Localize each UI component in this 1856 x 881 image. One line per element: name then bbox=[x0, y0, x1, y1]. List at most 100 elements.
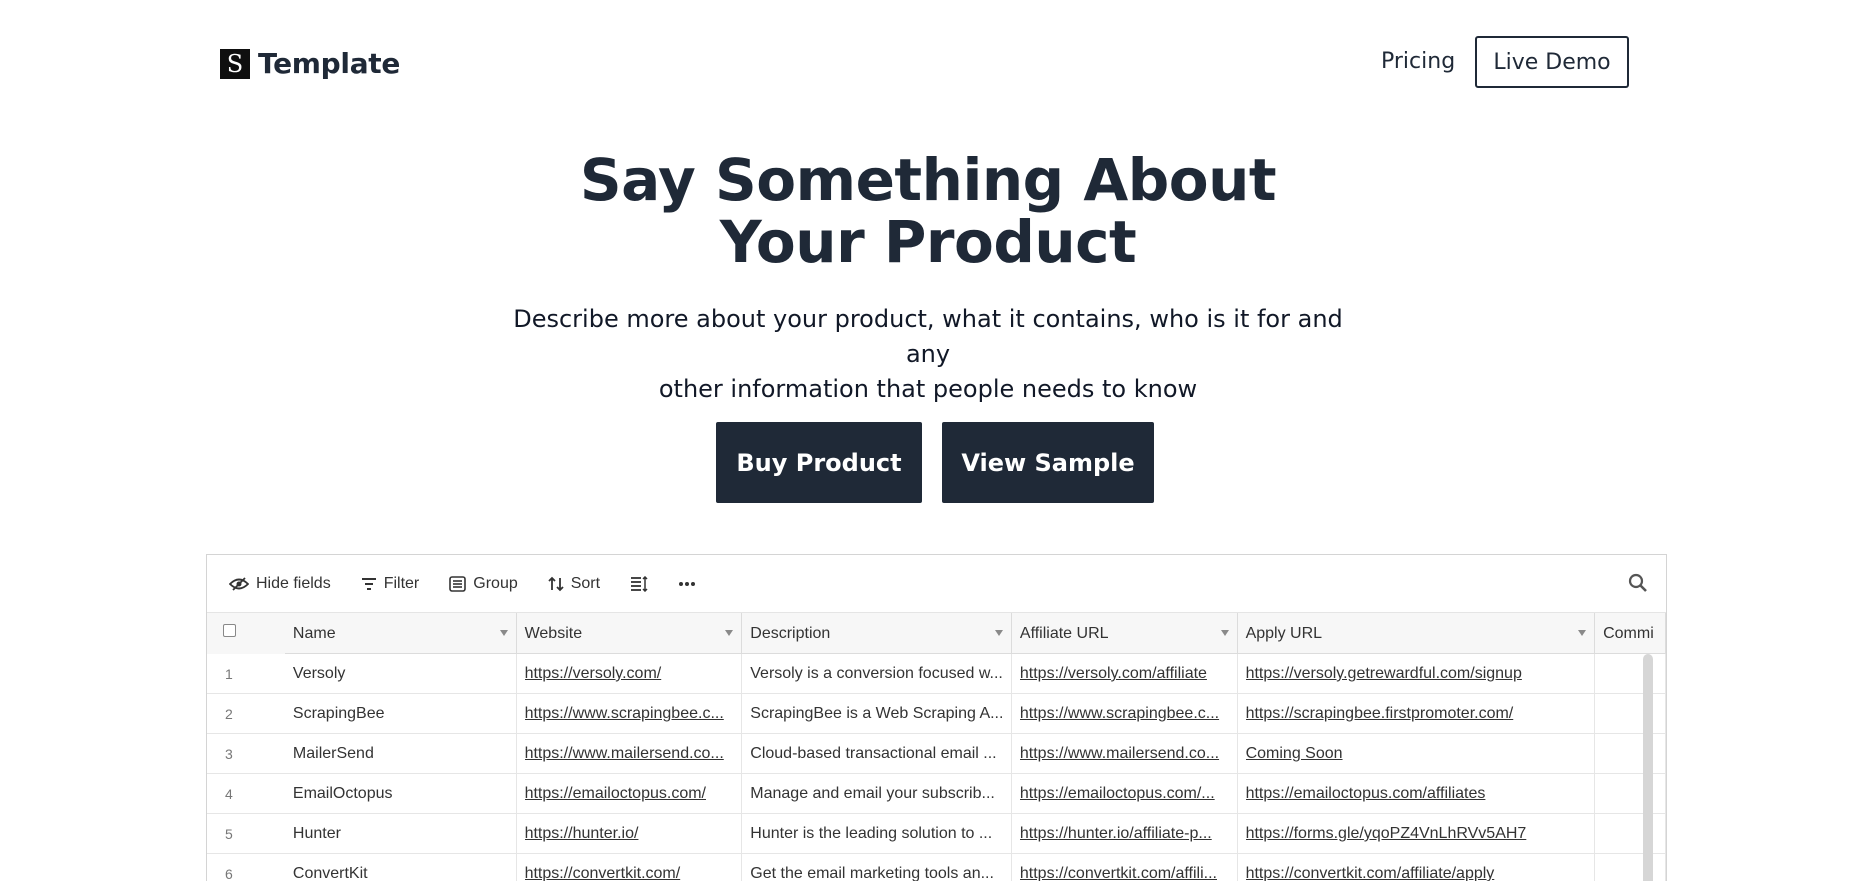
cell-apply-url[interactable]: https://versoly.getrewardful.com/signup bbox=[1238, 654, 1596, 694]
live-demo-button[interactable]: Live Demo bbox=[1475, 36, 1629, 88]
cell-description[interactable]: ScrapingBee is a Web Scraping A... bbox=[742, 694, 1012, 734]
cell-name[interactable]: Versoly bbox=[285, 654, 517, 694]
cell-website[interactable]: https://emailoctopus.com/ bbox=[517, 774, 743, 814]
cell-affiliate-url[interactable]: https://www.mailersend.co... bbox=[1012, 734, 1238, 774]
column-header-website[interactable]: Website bbox=[517, 613, 743, 654]
cell-commission[interactable] bbox=[1595, 734, 1666, 774]
eye-slash-icon bbox=[229, 576, 249, 591]
cell-description[interactable]: Hunter is the leading solution to ... bbox=[742, 814, 1012, 854]
filter-button[interactable]: Filter bbox=[361, 574, 420, 593]
cell-link[interactable]: https://emailoctopus.com/... bbox=[1020, 785, 1221, 803]
group-label: Group bbox=[473, 574, 518, 592]
cell-website[interactable]: https://versoly.com/ bbox=[517, 654, 743, 694]
row-number: 1 bbox=[225, 666, 233, 682]
cell-text: ScrapingBee bbox=[292, 705, 385, 722]
cell-commission[interactable] bbox=[1595, 654, 1666, 694]
row-height-button[interactable] bbox=[630, 575, 648, 592]
cell-name[interactable]: MailerSend bbox=[285, 734, 517, 774]
chevron-down-icon[interactable] bbox=[499, 630, 508, 636]
cell-website[interactable]: https://convertkit.com/ bbox=[517, 854, 743, 881]
view-sample-button[interactable]: View Sample bbox=[942, 422, 1154, 503]
cell-link[interactable]: https://hunter.io/affiliate-p... bbox=[1020, 825, 1218, 843]
chevron-down-icon[interactable] bbox=[994, 630, 1003, 636]
cell-description[interactable]: Manage and email your subscrib... bbox=[742, 774, 1012, 814]
cell-text: ConvertKit bbox=[292, 865, 368, 881]
pricing-link[interactable]: Pricing bbox=[1381, 49, 1455, 74]
cell-apply-url[interactable]: https://scrapingbee.firstpromoter.com/ bbox=[1238, 694, 1596, 734]
search-icon bbox=[1628, 573, 1648, 597]
cell-apply-url[interactable]: https://forms.gle/yqoPZ4VnLhRVv5AH7 bbox=[1238, 814, 1596, 854]
cell-website[interactable]: https://www.scrapingbee.c... bbox=[517, 694, 743, 734]
chevron-down-icon[interactable] bbox=[725, 630, 734, 636]
select-all-checkbox[interactable] bbox=[223, 624, 236, 637]
table-row[interactable]: 3 MailerSend https://www.mailersend.co..… bbox=[207, 734, 1666, 774]
cell-affiliate-url[interactable]: https://convertkit.com/affili... bbox=[1012, 854, 1238, 881]
table-row[interactable]: 4 EmailOctopus https://emailoctopus.com/… bbox=[207, 774, 1666, 814]
column-header-name[interactable]: Name bbox=[285, 613, 517, 654]
cell-link[interactable]: https://forms.gle/yqoPZ4VnLhRVv5AH7 bbox=[1246, 825, 1533, 843]
buy-product-button[interactable]: Buy Product bbox=[716, 422, 922, 503]
cell-link[interactable]: https://versoly.com/affiliate bbox=[1020, 665, 1213, 683]
group-icon bbox=[449, 575, 467, 592]
cell-commission[interactable] bbox=[1595, 774, 1666, 814]
logo[interactable]: S Template bbox=[220, 47, 400, 80]
hero-title: Say Something About Your Product bbox=[0, 149, 1856, 273]
cell-description[interactable]: Versoly is a conversion focused w... bbox=[742, 654, 1012, 694]
cell-affiliate-url[interactable]: https://versoly.com/affiliate bbox=[1012, 654, 1238, 694]
cell-link[interactable]: https://emailoctopus.com/affiliates bbox=[1246, 785, 1492, 803]
column-header-commission[interactable]: Commi bbox=[1595, 613, 1666, 654]
group-button[interactable]: Group bbox=[449, 574, 518, 593]
sort-button[interactable]: Sort bbox=[548, 575, 600, 593]
cell-description[interactable]: Get the email marketing tools an... bbox=[742, 854, 1012, 881]
cell-link[interactable]: https://scrapingbee.firstpromoter.com/ bbox=[1246, 705, 1520, 723]
table-row[interactable]: 5 Hunter https://hunter.io/ Hunter is th… bbox=[207, 814, 1666, 854]
cell-link[interactable]: Coming Soon bbox=[1246, 745, 1349, 763]
cell-commission[interactable] bbox=[1595, 854, 1666, 881]
cell-link[interactable]: https://versoly.com/ bbox=[525, 665, 668, 683]
filter-label: Filter bbox=[383, 574, 420, 592]
cell-name[interactable]: ConvertKit bbox=[285, 854, 517, 881]
cell-commission[interactable] bbox=[1595, 694, 1666, 734]
cell-link[interactable]: https://hunter.io/ bbox=[525, 825, 645, 843]
table-row[interactable]: 2 ScrapingBee https://www.scrapingbee.c.… bbox=[207, 694, 1666, 734]
row-number: 6 bbox=[225, 866, 233, 881]
cell-link[interactable]: https://www.scrapingbee.c... bbox=[525, 705, 730, 723]
column-header-affiliate-url[interactable]: Affiliate URL bbox=[1012, 613, 1238, 654]
cell-apply-url[interactable]: https://emailoctopus.com/affiliates bbox=[1238, 774, 1596, 814]
search-button[interactable] bbox=[1628, 573, 1648, 598]
table-row[interactable]: 6 ConvertKit https://convertkit.com/ Get… bbox=[207, 854, 1666, 881]
cell-affiliate-url[interactable]: https://emailoctopus.com/... bbox=[1012, 774, 1238, 814]
cell-link[interactable]: https://www.mailersend.co... bbox=[1020, 745, 1225, 763]
select-all-checkbox-cell[interactable] bbox=[207, 613, 285, 654]
cell-website[interactable]: https://www.mailersend.co... bbox=[517, 734, 743, 774]
cell-apply-url[interactable]: Coming Soon bbox=[1238, 734, 1596, 774]
cell-link[interactable]: https://convertkit.com/ bbox=[525, 865, 687, 881]
column-header-description[interactable]: Description bbox=[742, 613, 1012, 654]
chevron-down-icon[interactable] bbox=[1578, 630, 1587, 636]
more-button[interactable] bbox=[678, 581, 696, 587]
cell-affiliate-url[interactable]: https://hunter.io/affiliate-p... bbox=[1012, 814, 1238, 854]
logo-text: Template bbox=[258, 47, 401, 80]
cell-name[interactable]: Hunter bbox=[285, 814, 517, 854]
cell-text: Get the email marketing tools an... bbox=[750, 865, 994, 881]
table-scrollbar[interactable] bbox=[1643, 654, 1653, 881]
cell-name[interactable]: ScrapingBee bbox=[285, 694, 517, 734]
hide-fields-button[interactable]: Hide fields bbox=[229, 575, 331, 593]
cell-link[interactable]: https://www.mailersend.co... bbox=[525, 745, 730, 763]
top-nav: S Template Pricing Live Demo bbox=[220, 36, 1650, 90]
cell-link[interactable]: https://emailoctopus.com/ bbox=[525, 785, 712, 803]
cell-text: ScrapingBee is a Web Scraping A... bbox=[750, 705, 1004, 722]
cell-link[interactable]: https://convertkit.com/affiliate/apply bbox=[1246, 865, 1501, 881]
column-header-apply-url[interactable]: Apply URL bbox=[1238, 613, 1596, 654]
table-row[interactable]: 1 Versoly https://versoly.com/ Versoly i… bbox=[207, 654, 1666, 694]
cell-link[interactable]: https://versoly.getrewardful.com/signup bbox=[1246, 665, 1528, 683]
cell-website[interactable]: https://hunter.io/ bbox=[517, 814, 743, 854]
cell-link[interactable]: https://convertkit.com/affili... bbox=[1020, 865, 1223, 881]
cell-commission[interactable] bbox=[1595, 814, 1666, 854]
chevron-down-icon[interactable] bbox=[1220, 630, 1229, 636]
cell-description[interactable]: Cloud-based transactional email ... bbox=[742, 734, 1012, 774]
cell-affiliate-url[interactable]: https://www.scrapingbee.c... bbox=[1012, 694, 1238, 734]
cell-apply-url[interactable]: https://convertkit.com/affiliate/apply bbox=[1238, 854, 1596, 881]
cell-link[interactable]: https://www.scrapingbee.c... bbox=[1020, 705, 1225, 723]
cell-name[interactable]: EmailOctopus bbox=[285, 774, 517, 814]
